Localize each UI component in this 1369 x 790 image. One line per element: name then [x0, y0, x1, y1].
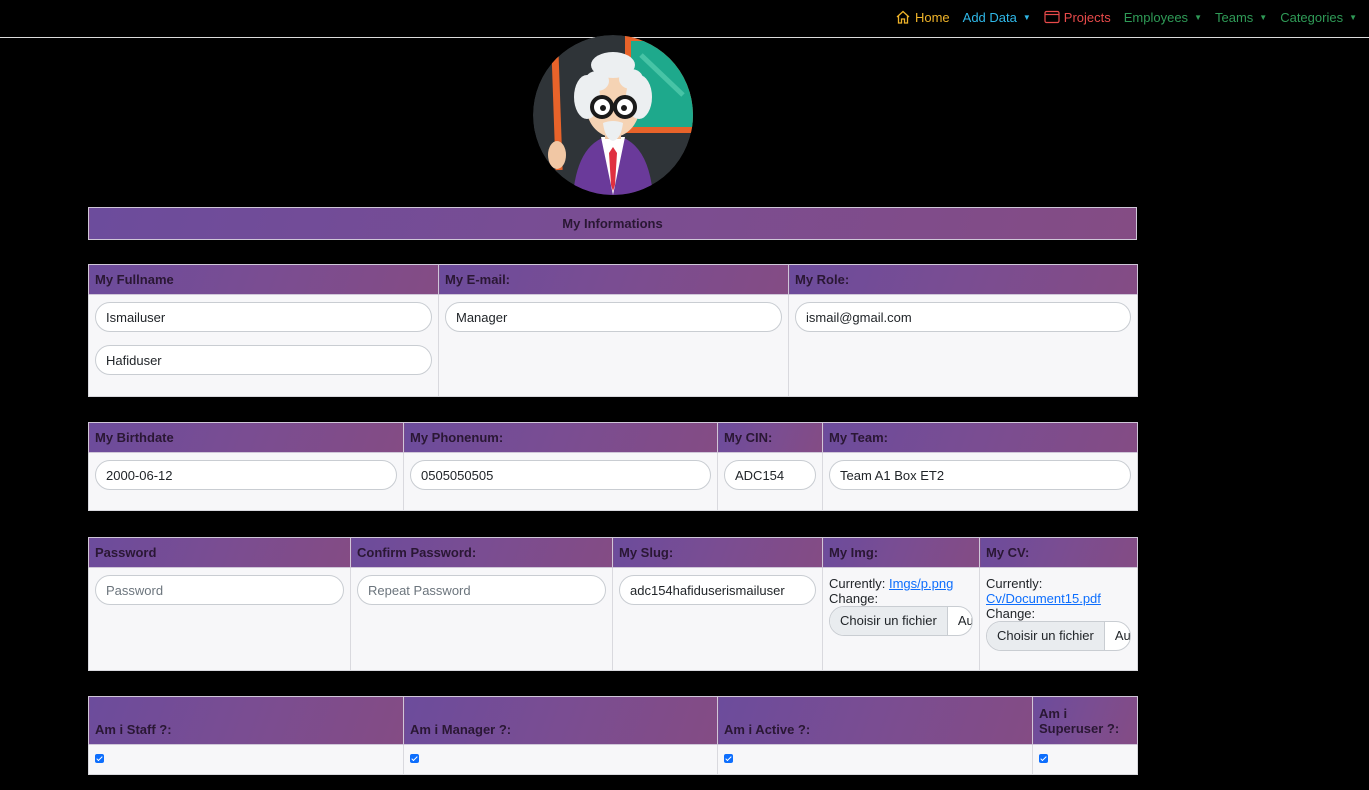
first-name-field[interactable] [95, 302, 432, 332]
cv-file-input[interactable]: Choisir un fichier Aucun fichier choisi [986, 621, 1131, 651]
confirm-password-header: Confirm Password: [350, 537, 613, 568]
staff-header: Am i Staff ?: [88, 696, 404, 745]
cin-cell [717, 452, 823, 511]
cv-header: My CV: [979, 537, 1138, 568]
team-cell [822, 452, 1138, 511]
img-currently-label: Currently: [829, 576, 886, 591]
account-table: Password Confirm Password: My Slug: My I… [88, 537, 1138, 671]
nav-add-data[interactable]: Add Data ▼ [963, 10, 1031, 25]
birthdate-header: My Birthdate [88, 422, 404, 453]
caret-down-icon: ▼ [1194, 12, 1202, 22]
nav-menu: Home Add Data ▼ Projects Employees ▼ Tea… [895, 0, 1357, 34]
img-choose-file-button[interactable]: Choisir un fichier [830, 607, 948, 635]
nav-teams[interactable]: Teams ▼ [1215, 10, 1267, 25]
profile-avatar [533, 35, 693, 195]
password-cell [88, 567, 351, 671]
role-cell [788, 294, 1138, 397]
superuser-checkbox[interactable] [1039, 754, 1048, 763]
role-field[interactable] [795, 302, 1131, 332]
cv-file-status: Aucun fichier choisi [1114, 628, 1130, 643]
nav-categories[interactable]: Categories ▼ [1280, 10, 1357, 25]
slug-header: My Slug: [612, 537, 823, 568]
nav-employees[interactable]: Employees ▼ [1124, 10, 1202, 25]
phone-field[interactable] [410, 460, 711, 490]
info-banner-title: My Informations [88, 207, 1137, 240]
top-navbar: Home Add Data ▼ Projects Employees ▼ Tea… [0, 0, 1369, 38]
superuser-header: Am i Superuser ?: [1032, 696, 1138, 745]
window-icon [1044, 10, 1060, 24]
superuser-cell [1032, 744, 1138, 775]
email-cell [438, 294, 789, 397]
team-field[interactable] [829, 460, 1131, 490]
fullname-header: My Fullname [88, 264, 439, 295]
cv-choose-file-button[interactable]: Choisir un fichier [987, 622, 1105, 650]
nav-home-label: Home [914, 9, 950, 25]
phone-cell [403, 452, 718, 511]
manager-checkbox[interactable] [410, 754, 419, 763]
role-header: My Role: [788, 264, 1138, 295]
nav-teams-label: Teams [1214, 9, 1254, 25]
cv-cell: Currently: Cv/Document15.pdf Change: Cho… [979, 567, 1138, 671]
manager-header: Am i Manager ?: [403, 696, 718, 745]
img-change-label: Change: [829, 591, 879, 606]
caret-down-icon: ▼ [1259, 12, 1268, 22]
email-field[interactable] [445, 302, 782, 332]
password-header: Password [88, 537, 351, 568]
active-header: Am i Active ?: [717, 696, 1033, 745]
staff-cell [88, 744, 404, 775]
fullname-cell [88, 294, 439, 397]
birthdate-cell [88, 452, 404, 511]
nav-home[interactable]: Home [895, 9, 950, 25]
img-file-input[interactable]: Choisir un fichier Aucun fichier choisi [829, 606, 973, 636]
active-checkbox[interactable] [724, 754, 733, 763]
slug-field[interactable] [619, 575, 816, 605]
img-currently-line: Currently: Imgs/p.png [829, 576, 973, 591]
nav-projects[interactable]: Projects [1044, 10, 1111, 25]
cv-current-link[interactable]: Cv/Document15.pdf [986, 591, 1101, 606]
cin-header: My CIN: [717, 422, 823, 453]
personal-table: My Birthdate My Phonenum: My CIN: My Tea… [88, 422, 1138, 511]
cv-currently-label: Currently: [986, 576, 1043, 591]
confirm-password-cell [350, 567, 613, 671]
caret-down-icon: ▼ [1349, 12, 1357, 22]
identity-table: My Fullname My E-mail: My Role: [88, 264, 1138, 397]
img-header: My Img: [822, 537, 980, 568]
staff-checkbox[interactable] [95, 754, 104, 763]
img-current-link[interactable]: Imgs/p.png [889, 576, 953, 591]
cin-field[interactable] [724, 460, 816, 490]
slug-cell [612, 567, 823, 671]
img-file-status: Aucun fichier choisi [957, 613, 972, 628]
home-icon [895, 9, 911, 25]
nav-add-data-label: Add Data [962, 9, 1017, 25]
permissions-table: Am i Staff ?: Am i Manager ?: Am i Activ… [88, 696, 1138, 775]
img-cell: Currently: Imgs/p.png Change: Choisir un… [822, 567, 980, 671]
cv-currently-line: Cv/Document15.pdf [986, 591, 1131, 606]
email-header: My E-mail: [438, 264, 789, 295]
birthdate-field[interactable] [95, 460, 397, 490]
password-field[interactable] [95, 575, 344, 605]
nav-categories-label: Categories [1280, 9, 1344, 25]
last-name-field[interactable] [95, 345, 432, 375]
phone-header: My Phonenum: [403, 422, 718, 453]
cv-change-label: Change: [986, 606, 1036, 621]
info-banner: My Informations [88, 207, 1137, 240]
team-header: My Team: [822, 422, 1138, 453]
manager-cell [403, 744, 718, 775]
active-cell [717, 744, 1033, 775]
nav-projects-label: Projects [1063, 9, 1111, 25]
confirm-password-field[interactable] [357, 575, 606, 605]
caret-down-icon: ▼ [1022, 12, 1031, 22]
nav-employees-label: Employees [1123, 9, 1189, 25]
